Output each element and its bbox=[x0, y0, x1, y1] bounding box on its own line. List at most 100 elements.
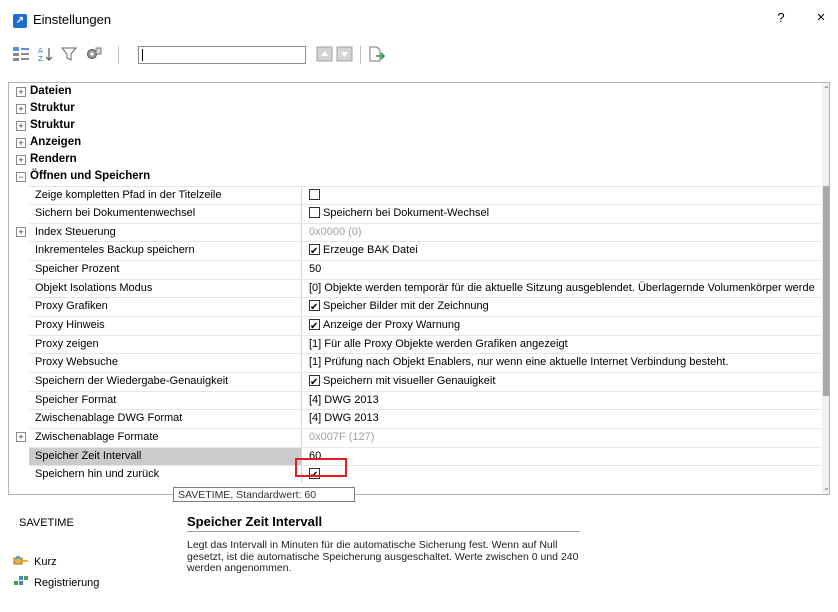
property-name: Speicher Zeit Intervall bbox=[29, 446, 302, 465]
property-row[interactable]: Speichern der Wiedergabe-Genauigkeit Spei… bbox=[9, 371, 821, 391]
category-struktur[interactable]: + Struktur bbox=[9, 100, 821, 117]
property-value[interactable]: Speichern bei Dokument-Wechsel bbox=[302, 204, 821, 222]
property-value[interactable]: 0x007F (127) bbox=[302, 427, 821, 446]
checkbox[interactable] bbox=[309, 374, 320, 390]
property-row[interactable]: + Zwischenablage Formate 0x007F (127) bbox=[9, 427, 821, 447]
property-value[interactable]: [4] DWG 2013 bbox=[302, 409, 821, 427]
short-link[interactable]: Kurz bbox=[13, 554, 57, 568]
property-row[interactable]: Zeige kompletten Pfad in der Titelzeile bbox=[9, 185, 821, 205]
expand-icon[interactable]: + bbox=[16, 87, 26, 97]
property-row[interactable]: Sichern bei Dokumentenwechsel Speichern b… bbox=[9, 204, 821, 223]
property-list: Zeige kompletten Pfad in der Titelzeile S… bbox=[9, 185, 821, 484]
expand-icon[interactable]: + bbox=[16, 104, 26, 115]
search-input[interactable] bbox=[138, 46, 306, 64]
highlight-annotation bbox=[295, 458, 347, 477]
property-row[interactable]: Speicher Prozent 50 bbox=[9, 260, 821, 279]
expand-icon[interactable]: + bbox=[16, 431, 26, 442]
checkbox-label: Anzeige der Proxy Warnung bbox=[323, 319, 461, 332]
property-grid[interactable]: + Dateien + Struktur + Struktur + Anzeigen +… bbox=[8, 82, 830, 495]
property-name: Speichern hin und zurück bbox=[29, 465, 302, 484]
property-value[interactable] bbox=[302, 185, 821, 204]
category-anzeigen[interactable]: + Anzeigen bbox=[9, 134, 821, 151]
property-row[interactable]: Objekt Isolations Modus [0] Objekte werde… bbox=[9, 278, 821, 298]
sort-alphabetical-icon[interactable]: A Z bbox=[36, 46, 54, 62]
arrow-up-icon[interactable] bbox=[316, 46, 334, 62]
property-value[interactable]: [0] Objekte werden temporär für die aktu… bbox=[302, 278, 821, 297]
property-value[interactable]: Erzeuge BAK Datei bbox=[302, 241, 821, 259]
expand-icon[interactable]: + bbox=[16, 121, 26, 132]
variable-name: SAVETIME bbox=[19, 517, 74, 529]
checkbox[interactable] bbox=[309, 243, 320, 259]
toolbar: A Z bbox=[0, 38, 838, 68]
property-value[interactable]: [1] Prüfung nach Objekt Enablers, nur we… bbox=[302, 353, 821, 371]
toolbar-separator bbox=[118, 46, 119, 64]
checkbox[interactable] bbox=[309, 299, 320, 315]
property-row[interactable]: Proxy Grafiken Speicher Bilder mit der Ze… bbox=[9, 297, 821, 316]
description-text: Legt das Intervall in Minuten für die au… bbox=[187, 539, 579, 574]
property-name: Speichern der Wiedergabe-Genauigkeit bbox=[29, 371, 302, 390]
checkbox-label: Speicher Bilder mit der Zeichnung bbox=[323, 300, 489, 313]
category-struktur[interactable]: + Struktur bbox=[9, 117, 821, 134]
key-icon bbox=[13, 556, 28, 565]
property-name: Speicher Prozent bbox=[29, 260, 302, 279]
registry-link[interactable]: Registrierung bbox=[13, 575, 99, 589]
property-name: Proxy Grafiken bbox=[29, 297, 302, 316]
filter-icon[interactable] bbox=[60, 46, 78, 62]
category-oeffnen-und-speichern[interactable]: − Öffnen und Speichern bbox=[9, 168, 821, 185]
property-row[interactable]: Proxy zeigen [1] Für alle Proxy Objekte w… bbox=[9, 334, 821, 354]
scroll-down-icon[interactable]: ⌄ bbox=[822, 483, 829, 492]
property-rows: + Dateien + Struktur + Struktur + Anzeigen +… bbox=[9, 83, 821, 484]
arrow-down-icon[interactable] bbox=[336, 46, 354, 62]
description-title: Speicher Zeit Intervall bbox=[187, 514, 323, 529]
property-value[interactable]: Anzeige der Proxy Warnung bbox=[302, 316, 821, 334]
checkbox-label: Speichern bei Dokument-Wechsel bbox=[323, 207, 490, 220]
property-value[interactable]: [4] DWG 2013 bbox=[302, 390, 821, 409]
categorized-view-icon[interactable] bbox=[12, 46, 30, 62]
property-value[interactable]: 0x0000 (0) bbox=[302, 222, 821, 241]
property-name: Proxy Websuche bbox=[29, 353, 302, 372]
property-row[interactable]: Speichern hin und zurück bbox=[9, 465, 821, 484]
checkbox-label: Speichern mit visueller Genauigkeit bbox=[323, 374, 496, 387]
property-value[interactable]: 60 bbox=[302, 446, 821, 465]
property-row[interactable]: + Index Steuerung 0x0000 (0) bbox=[9, 222, 821, 242]
text-cursor bbox=[142, 49, 143, 61]
property-name: Zwischenablage Formate bbox=[29, 427, 302, 446]
close-button[interactable]: × bbox=[813, 9, 829, 26]
checkbox-label: Erzeuge BAK Datei bbox=[323, 244, 418, 257]
property-value[interactable]: 50 bbox=[302, 260, 821, 278]
scroll-up-icon[interactable]: ⌃ bbox=[822, 85, 829, 94]
property-value[interactable]: Speicher Bilder mit der Zeichnung bbox=[302, 297, 821, 315]
property-name: Sichern bei Dokumentenwechsel bbox=[29, 204, 302, 223]
checkbox[interactable] bbox=[309, 318, 320, 334]
svg-text:Z: Z bbox=[38, 55, 43, 62]
property-row[interactable]: Zwischenablage DWG Format [4] DWG 2013 bbox=[9, 409, 821, 428]
toolbar-separator bbox=[360, 46, 361, 64]
property-row[interactable]: Proxy Hinweis Anzeige der Proxy Warnung bbox=[9, 316, 821, 335]
property-name: Proxy zeigen bbox=[29, 334, 302, 353]
export-icon[interactable] bbox=[368, 46, 386, 62]
settings-icon[interactable] bbox=[84, 46, 102, 62]
property-row[interactable]: Inkrementeles Backup speichern Erzeuge BA… bbox=[9, 241, 821, 260]
property-value[interactable]: Speichern mit visueller Genauigkeit bbox=[302, 371, 821, 390]
checkbox[interactable] bbox=[309, 207, 320, 219]
tooltip: SAVETIME, Standardwert: 60 bbox=[173, 487, 355, 502]
checkbox[interactable] bbox=[309, 188, 320, 200]
expand-icon[interactable]: + bbox=[16, 155, 26, 166]
expand-icon[interactable]: + bbox=[16, 226, 26, 237]
vertical-scrollbar[interactable]: ⌃ ⌄ bbox=[822, 83, 829, 494]
category-rendern[interactable]: + Rendern bbox=[9, 151, 821, 168]
title-bar: ↗ Einstellungen ? × bbox=[0, 0, 838, 34]
property-name: Objekt Isolations Modus bbox=[29, 278, 302, 297]
property-value[interactable] bbox=[302, 465, 821, 483]
help-button[interactable]: ? bbox=[774, 10, 788, 25]
registry-icon bbox=[14, 576, 28, 585]
category-dateien[interactable]: + Dateien bbox=[9, 83, 821, 100]
collapse-icon[interactable]: − bbox=[16, 172, 26, 183]
property-name: Speicher Format bbox=[29, 390, 302, 409]
scroll-thumb[interactable] bbox=[823, 186, 829, 396]
expand-icon[interactable]: + bbox=[16, 138, 26, 149]
property-row[interactable]: Speicher Zeit Intervall 60 bbox=[9, 446, 821, 466]
property-row[interactable]: Proxy Websuche [1] Prüfung nach Objekt En… bbox=[9, 353, 821, 372]
property-value[interactable]: [1] Für alle Proxy Objekte werden Grafik… bbox=[302, 334, 821, 353]
property-row[interactable]: Speicher Format [4] DWG 2013 bbox=[9, 390, 821, 410]
